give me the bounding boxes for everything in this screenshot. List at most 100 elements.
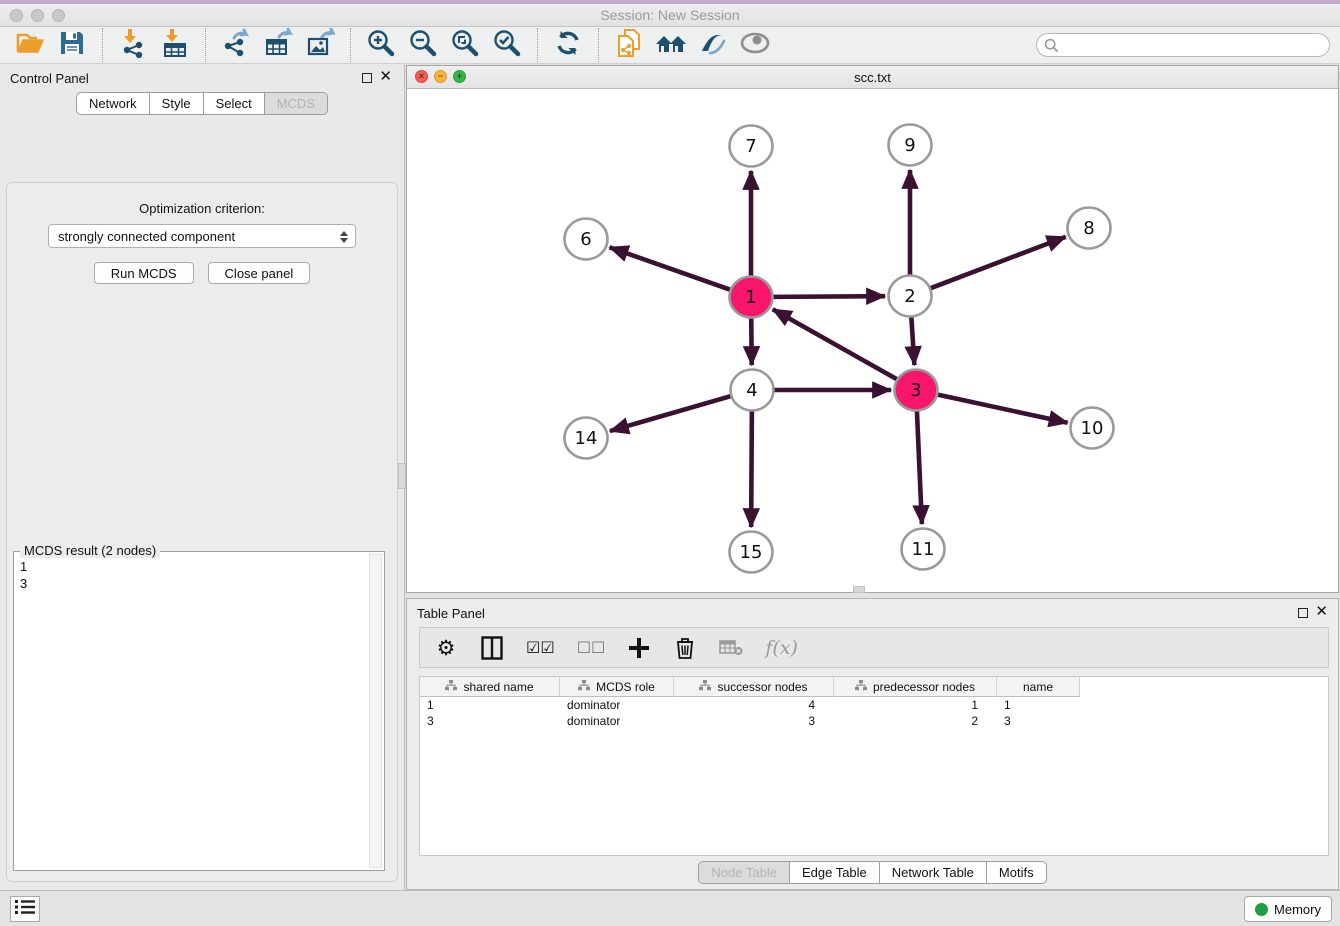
tab-style[interactable]: Style [149,92,203,115]
fit-content-button[interactable] [444,29,486,61]
edge-4-15[interactable] [751,411,752,527]
import-network-button[interactable] [112,29,154,61]
network-graph[interactable]: 1 2 3 4 6 7 8 9 10 11 14 15 [407,89,1338,592]
session-title: Session: New Session [0,7,1340,23]
edge-4-14[interactable] [610,396,732,431]
table-close-icon[interactable]: ✕ [1315,604,1328,619]
save-floppy-icon [58,29,86,62]
export-image-button[interactable] [299,29,341,61]
export-table-icon [263,28,293,63]
close-panel-icon[interactable]: ✕ [379,69,392,84]
zoom-selected-icon [492,28,522,63]
add-column-icon[interactable] [627,634,651,662]
svg-text:6: 6 [580,229,591,250]
column-header-shared-name[interactable]: shared name [420,677,560,697]
node-11[interactable]: 11 [902,529,945,570]
tab-select[interactable]: Select [203,92,264,115]
zoom-out-button[interactable] [402,29,444,61]
node-table-body: 1dominator4113dominator323 [420,697,1328,729]
memory-button[interactable]: Memory [1244,896,1332,922]
tab-motifs[interactable]: Motifs [986,861,1047,884]
hide-labels-button[interactable] [692,29,734,61]
run-mcds-button[interactable]: Run MCDS [94,262,194,284]
column-header-predecessor-nodes[interactable]: predecessor nodes [834,677,997,697]
open-session-button[interactable] [9,29,51,61]
refresh-button[interactable] [547,29,589,61]
tab-network-table[interactable]: Network Table [879,861,986,884]
edge-1-6[interactable] [610,247,732,290]
vertical-splitter-handle[interactable] [398,463,406,489]
tab-network[interactable]: Network [76,92,149,115]
home-button[interactable] [650,29,692,61]
criterion-dropdown[interactable]: strongly connected component [48,224,356,248]
deselect-all-columns-icon[interactable]: ☐☐ [577,634,606,662]
column-header-successor-nodes[interactable]: successor nodes [674,677,834,697]
column-header-MCDS-role[interactable]: MCDS role [560,677,674,697]
node-15[interactable]: 15 [730,532,773,573]
table-float-icon[interactable] [1298,608,1308,618]
zoom-in-button[interactable] [360,29,402,61]
zoom-selected-button[interactable] [486,29,528,61]
float-panel-icon[interactable] [362,73,372,83]
svg-text:7: 7 [745,136,756,157]
node-3[interactable]: 3 [895,370,938,411]
svg-text:14: 14 [575,428,598,449]
main-toolbar [0,27,1340,64]
node-4[interactable]: 4 [731,370,774,411]
import-table-button[interactable] [154,29,196,61]
node-1[interactable]: 1 [730,277,773,318]
export-table-button[interactable] [257,29,299,61]
table-cell: 1 [834,697,997,713]
edge-1-4[interactable] [751,318,752,365]
hierarchy-icon [445,680,457,694]
hide-labels-icon [698,29,728,62]
node-2[interactable]: 2 [889,276,932,317]
export-network-icon [221,28,251,63]
save-session-button[interactable] [51,29,93,61]
edge-1-2[interactable] [772,296,885,297]
tab-node-table[interactable]: Node Table [698,861,789,884]
node-14[interactable]: 14 [565,418,608,459]
edge-2-8[interactable] [930,237,1066,289]
edge-3-1[interactable] [773,309,898,379]
node-6[interactable]: 6 [565,219,608,260]
status-bar: Memory [0,890,1340,926]
column-header-name[interactable]: name [997,677,1080,697]
search-input[interactable] [1036,33,1330,57]
network-file-icon [615,28,643,63]
table-row[interactable]: 3dominator323 [420,713,1328,729]
column-layout-icon[interactable] [480,634,504,662]
tab-edge-table[interactable]: Edge Table [789,861,879,884]
table-settings-gear-icon[interactable]: ⚙ [434,634,458,662]
task-history-button[interactable] [10,896,40,922]
network-view-window: × − + scc.txt 1 2 3 4 6 7 8 9 10 11 14 15 [406,65,1339,593]
mcds-result-scrollbar[interactable] [369,554,382,868]
network-file-button[interactable] [608,29,650,61]
node-table[interactable]: shared nameMCDS rolesuccessor nodesprede… [419,676,1329,856]
close-panel-button[interactable]: Close panel [208,262,311,284]
control-panel: Control Panel ✕ NetworkStyleSelectMCDS O… [0,64,405,890]
svg-text:11: 11 [912,539,935,560]
node-10[interactable]: 10 [1071,408,1114,449]
table-cell: 3 [420,713,560,729]
tab-mcds[interactable]: MCDS [264,92,328,115]
network-window-titlebar[interactable]: × − + scc.txt [407,66,1338,89]
node-9[interactable]: 9 [889,125,932,166]
network-canvas[interactable]: 1 2 3 4 6 7 8 9 10 11 14 15 [407,89,1338,592]
optimization-criterion-label: Optimization criterion: [7,201,397,216]
edge-2-3[interactable] [911,317,914,365]
show-graphics-button[interactable] [734,29,776,61]
export-network-button[interactable] [215,29,257,61]
node-7[interactable]: 7 [730,126,773,167]
horizontal-splitter-handle[interactable] [853,586,865,593]
table-row[interactable]: 1dominator411 [420,697,1328,713]
svg-text:4: 4 [746,380,757,401]
node-8[interactable]: 8 [1068,208,1111,249]
edge-3-10[interactable] [937,394,1068,422]
node-table-header: shared nameMCDS rolesuccessor nodesprede… [420,677,1328,697]
edge-3-11[interactable] [917,411,922,524]
hierarchy-icon [699,680,711,694]
control-panel-title: Control Panel [10,71,89,86]
delete-column-icon[interactable] [673,634,697,662]
select-all-columns-icon[interactable]: ☑☑ [526,634,555,662]
